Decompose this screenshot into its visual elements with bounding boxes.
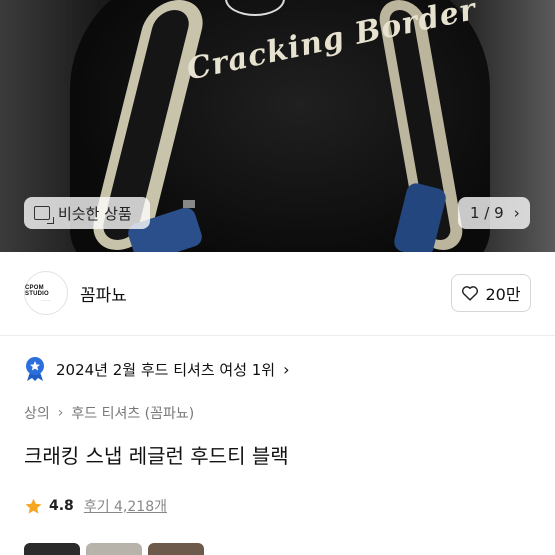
breadcrumb: 상의 › 후드 티셔츠 (꼼파뇨) xyxy=(24,403,194,423)
chevron-right-icon: › xyxy=(513,204,520,222)
breadcrumb-category[interactable]: 상의 xyxy=(24,403,50,423)
pager-count: 1 / 9 xyxy=(470,204,504,222)
review-count-link[interactable]: 후기 4,218개 xyxy=(84,496,167,516)
review-thumbnails xyxy=(24,543,204,555)
seller-avatar-logo-text: CPOM STUDIO xyxy=(25,284,49,297)
like-button[interactable]: 20만 xyxy=(451,274,531,312)
similar-products-button[interactable]: 비슷한 상품 xyxy=(24,197,150,229)
section-divider xyxy=(0,335,555,336)
breadcrumb-chevron-icon: › xyxy=(57,405,64,421)
like-count: 20만 xyxy=(485,285,521,304)
rating-row: 4.8 후기 4,218개 xyxy=(24,496,167,516)
breadcrumb-subcategory[interactable]: 후드 티셔츠 (꼼파뇨) xyxy=(71,403,194,423)
seller-avatar-sub: ——— xyxy=(41,297,51,302)
seller-row: CPOM STUDIO ——— 꼼파뇨 20만 xyxy=(24,270,531,316)
ranking-text: 2024년 2월 후드 티셔츠 여성 1위 xyxy=(56,360,276,379)
chevron-right-icon: › xyxy=(283,359,290,379)
star-icon xyxy=(25,498,42,514)
product-image[interactable]: Cracking Border 비슷한 상품 1 / 9 › xyxy=(0,0,555,252)
similar-products-label: 비슷한 상품 xyxy=(58,204,132,223)
review-thumbnail[interactable] xyxy=(148,543,204,555)
seller-name[interactable]: 꼼파뇨 xyxy=(80,281,451,306)
ranking-link[interactable]: 2024년 2월 후드 티셔츠 여성 1위 › xyxy=(24,356,290,382)
heart-icon xyxy=(462,286,479,301)
similar-icon xyxy=(34,206,54,224)
seller-avatar[interactable]: CPOM STUDIO ——— xyxy=(24,271,68,315)
hoodie-tag xyxy=(183,200,195,208)
rating-score: 4.8 xyxy=(49,498,74,514)
image-pager[interactable]: 1 / 9 › xyxy=(458,197,530,229)
medal-icon xyxy=(26,357,44,381)
review-thumbnail[interactable] xyxy=(24,543,80,555)
product-title: 크래킹 스냅 레글런 후드티 블랙 xyxy=(24,444,289,468)
review-thumbnail[interactable] xyxy=(86,543,142,555)
